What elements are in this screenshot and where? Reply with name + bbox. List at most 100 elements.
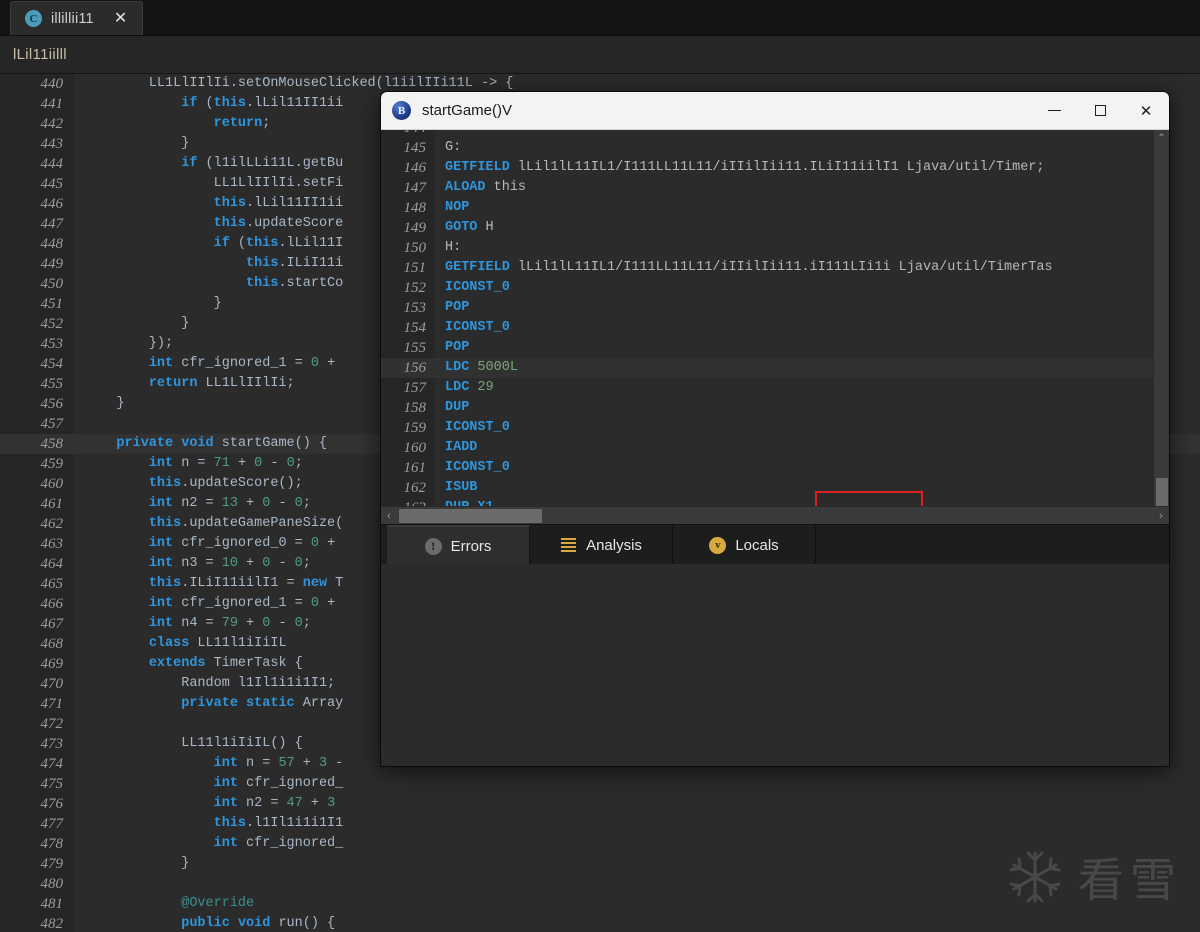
minimize-icon[interactable]: [1031, 92, 1077, 130]
code-text: this.updateScore: [213, 216, 344, 231]
bytecode-line[interactable]: 161 ICONST_0: [381, 458, 1153, 478]
bytecode-text: POP: [445, 300, 470, 315]
close-icon[interactable]: ✕: [111, 9, 130, 29]
code-text: int n4 = 79 + 0 - 0;: [148, 616, 311, 631]
horizontal-scrollbar[interactable]: ‹ ›: [381, 506, 1169, 524]
code-text: int cfr_ignored_1 = 0 +: [148, 596, 344, 611]
code-text: });: [84, 336, 174, 351]
code-text: }: [84, 296, 222, 311]
bytecode-line[interactable]: 148 NOP: [381, 198, 1153, 218]
editor-tab[interactable]: C illillii11 ✕: [10, 1, 144, 35]
code-text: Random l1Il1i1i1I1;: [84, 676, 336, 691]
tab-analysis[interactable]: Analysis: [530, 525, 673, 565]
code-line[interactable]: 476 int n2 = 47 + 3: [0, 794, 1200, 814]
bytecode-text: ICONST_0: [445, 460, 510, 475]
code-line[interactable]: 479 }: [0, 854, 1200, 874]
bytecode-line[interactable]: 157 LDC 29: [381, 378, 1153, 398]
line-number: 460: [40, 476, 64, 492]
code-text: return;: [213, 116, 271, 131]
bytecode-line-number: 154: [403, 320, 427, 336]
code-line[interactable]: 480: [0, 874, 1200, 894]
analysis-icon: [560, 537, 577, 554]
bytecode-text: GOTO H: [445, 220, 494, 235]
tab-locals-label: Locals: [735, 536, 779, 554]
bytecode-line[interactable]: 149 GOTO H: [381, 218, 1153, 238]
line-number: 450: [40, 276, 64, 292]
bytecode-text: DUP: [445, 400, 470, 415]
code-line[interactable]: 481 @Override: [0, 894, 1200, 914]
line-number: 455: [40, 376, 64, 392]
bytecode-line[interactable]: 160 IADD: [381, 438, 1153, 458]
bytecode-line[interactable]: 155 POP: [381, 338, 1153, 358]
code-text: @Override: [181, 896, 255, 911]
bytecode-line[interactable]: 156 LDC 5000L: [381, 358, 1153, 378]
bytecode-line-number: 151: [403, 260, 427, 276]
code-text: if (this.lLil11II1ii: [181, 96, 344, 111]
bytecode-line[interactable]: 162 ISUB: [381, 478, 1153, 498]
breadcrumb[interactable]: lLil11iilll: [13, 46, 67, 63]
horizontal-scrollbar-thumb[interactable]: [399, 509, 542, 523]
code-text: int n = 71 + 0 - 0;: [148, 456, 303, 471]
line-number: 446: [40, 196, 64, 212]
code-line[interactable]: 482 public void run() {: [0, 914, 1200, 932]
vertical-scrollbar[interactable]: ⌃ ⌄: [1153, 130, 1169, 524]
tab-errors[interactable]: ! Errors: [387, 525, 530, 565]
code-text: private static Array: [181, 696, 344, 711]
bytecode-line-number: 147: [403, 180, 427, 196]
code-text: class LL11l1iIiIL: [148, 636, 287, 651]
line-number: 445: [40, 176, 64, 192]
bytecode-line[interactable]: 144GOTO G: [381, 130, 1153, 138]
bytecode-text: ICONST_0: [445, 320, 510, 335]
bytecode-line-number: 162: [403, 480, 427, 496]
bytecode-line[interactable]: 147 ALOAD this: [381, 178, 1153, 198]
bytecode-line-number: 160: [403, 440, 427, 456]
code-text: }: [84, 136, 190, 151]
code-text: int n2 = 13 + 0 - 0;: [148, 496, 311, 511]
bytecode-line[interactable]: 154 ICONST_0: [381, 318, 1153, 338]
code-text: this.l1Il1i1i1I1: [213, 816, 344, 831]
bytecode-line[interactable]: 152 ICONST_0: [381, 278, 1153, 298]
line-number: 454: [40, 356, 64, 372]
code-line[interactable]: 478 int cfr_ignored_: [0, 834, 1200, 854]
bytecode-lines: 144GOTO G 145 G: 146 GETFIELD lLil1lL11IL1/I…: [381, 130, 1153, 524]
bytecode-line[interactable]: 146 GETFIELD lLil1lL11IL1/I111LL11L11/iII…: [381, 158, 1153, 178]
code-line[interactable]: 475 int cfr_ignored_: [0, 774, 1200, 794]
errors-panel[interactable]: [381, 564, 1169, 766]
line-number: 456: [40, 396, 64, 412]
line-number: 478: [40, 836, 64, 852]
code-text: private void startGame() {: [116, 436, 328, 451]
bytecode-line[interactable]: 159 ICONST_0: [381, 418, 1153, 438]
line-number: 458: [40, 436, 64, 452]
code-line[interactable]: 477 this.l1Il1i1i1I1: [0, 814, 1200, 834]
line-number: 467: [40, 616, 64, 632]
line-number: 459: [40, 456, 64, 472]
bytecode-line[interactable]: 151 GETFIELD lLil1lL11IL1/I111LL11L11/iII…: [381, 258, 1153, 278]
scroll-right-icon[interactable]: ›: [1153, 510, 1169, 522]
line-number: 462: [40, 516, 64, 532]
bytecode-line[interactable]: 150 H:: [381, 238, 1153, 258]
bytecode-view[interactable]: 144GOTO G 145 G: 146 GETFIELD lLil1lL11IL1/I…: [381, 130, 1169, 524]
line-number: 471: [40, 696, 64, 712]
tab-title: illillii11: [51, 10, 94, 27]
bytecode-line[interactable]: 153 POP: [381, 298, 1153, 318]
scroll-left-icon[interactable]: ‹: [381, 510, 397, 522]
line-number: 441: [40, 96, 64, 112]
code-text: if (l1ilLLi11L.getBu: [181, 156, 344, 171]
dialog-title-bar[interactable]: B startGame()V ✕: [381, 92, 1169, 130]
code-text: int n2 = 47 + 3: [213, 796, 336, 811]
maximize-icon[interactable]: [1077, 92, 1123, 130]
line-number: 452: [40, 316, 64, 332]
bytecode-text: GOTO G: [435, 130, 494, 138]
code-text: int n3 = 10 + 0 - 0;: [148, 556, 311, 571]
bytecode-line-number: 148: [403, 200, 427, 216]
code-text: this.startCo: [246, 276, 344, 291]
scroll-up-icon[interactable]: ⌃: [1154, 130, 1169, 146]
dialog-tab-bar: ! Errors Analysis v Locals: [381, 524, 1169, 565]
close-icon[interactable]: ✕: [1123, 92, 1169, 130]
tab-locals[interactable]: v Locals: [673, 525, 816, 565]
code-text: public void run() {: [181, 916, 336, 931]
bytecode-line[interactable]: 158 DUP: [381, 398, 1153, 418]
line-number: 465: [40, 576, 64, 592]
bytecode-line[interactable]: 145 G:: [381, 138, 1153, 158]
